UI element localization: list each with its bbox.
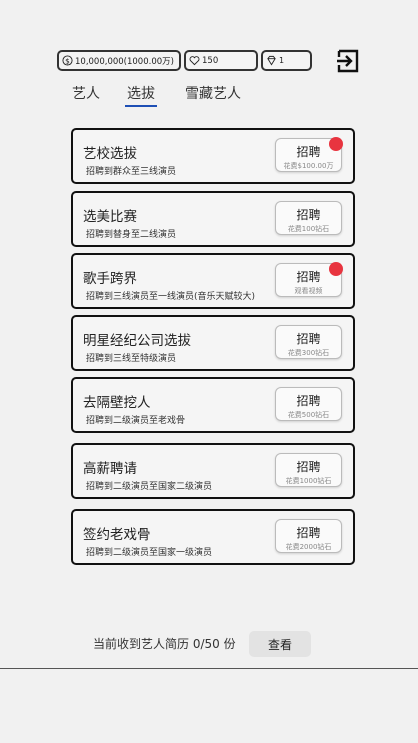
resume-count-text: 当前收到艺人简历 0/50 份	[93, 637, 236, 651]
card-description: 招聘到二级演员至老戏骨	[86, 416, 186, 426]
heart-icon	[189, 56, 200, 66]
recruit-card-school[interactable]: 艺校选拔 招聘到群众至三线演员 招聘 花费$100.00万	[71, 128, 355, 184]
dollar-coin-icon: $	[62, 55, 73, 66]
hire-button[interactable]: 招聘 花费1000钻石	[275, 453, 342, 487]
recruit-card-agency[interactable]: 明星经纪公司选拔 招聘到三线至特级演员 招聘 花费300钻石	[71, 315, 355, 371]
card-description: 招聘到群众至三线演员	[86, 167, 177, 177]
money-display: $ 10,000,000(1000.00万)	[57, 50, 181, 71]
money-value: 10,000,000(1000.00万)	[75, 56, 174, 67]
hire-label: 招聘	[296, 526, 321, 540]
card-title: 去隔壁挖人	[83, 395, 151, 411]
recruit-card-singer[interactable]: 歌手跨界 招聘到三线演员至一线演员(音乐天赋较大) 招聘 观看视频	[71, 253, 355, 309]
tab-bar: 艺人 选拔 雪藏艺人	[0, 83, 418, 107]
hire-button[interactable]: 招聘 花费100钻石	[275, 201, 342, 235]
card-description: 招聘到二级演员至国家二级演员	[86, 482, 213, 492]
recruit-card-poach[interactable]: 去隔壁挖人 招聘到二级演员至老戏骨 招聘 花费500钻石	[71, 377, 355, 433]
notification-dot	[329, 262, 343, 276]
hire-button[interactable]: 招聘 花费500钻石	[275, 387, 342, 421]
diamond-display: 1	[261, 50, 312, 71]
heart-display: 150	[184, 50, 258, 71]
hire-cost: 观看视频	[294, 287, 323, 295]
tab-shelved-artists[interactable]: 雪藏艺人	[185, 83, 241, 105]
card-description: 招聘到三线演员至一线演员(音乐天赋较大)	[86, 292, 256, 302]
tab-artists[interactable]: 艺人	[72, 83, 100, 105]
hire-label: 招聘	[296, 460, 321, 474]
svg-text:$: $	[65, 56, 70, 65]
card-description: 招聘到二级演员至国家一级演员	[86, 548, 213, 558]
card-title: 高薪聘请	[83, 461, 137, 477]
card-title: 明星经纪公司选拔	[83, 333, 191, 349]
card-title: 艺校选拔	[83, 146, 137, 162]
notification-dot	[329, 137, 343, 151]
tab-selection[interactable]: 选拔	[125, 83, 157, 107]
hire-cost: 花费100钻石	[287, 225, 330, 233]
exit-icon[interactable]	[336, 49, 360, 73]
card-title: 选美比赛	[83, 209, 137, 225]
view-resumes-button[interactable]: 查看	[249, 631, 311, 657]
recruit-card-high-salary[interactable]: 高薪聘请 招聘到二级演员至国家二级演员 招聘 花费1000钻石	[71, 443, 355, 499]
diamond-value: 1	[279, 56, 285, 65]
bottom-divider	[0, 668, 418, 669]
card-title: 歌手跨界	[83, 271, 137, 287]
hire-label: 招聘	[296, 208, 321, 222]
hire-button[interactable]: 招聘 花费2000钻石	[275, 519, 342, 553]
recruit-card-veteran[interactable]: 签约老戏骨 招聘到二级演员至国家一级演员 招聘 花费2000钻石	[71, 509, 355, 565]
card-title: 签约老戏骨	[83, 527, 151, 543]
hire-button[interactable]: 招聘 花费300钻石	[275, 325, 342, 359]
recruit-card-pageant[interactable]: 选美比赛 招聘到替身至二线演员 招聘 花费100钻石	[71, 191, 355, 247]
card-description: 招聘到替身至二线演员	[86, 230, 177, 240]
card-description: 招聘到三线至特级演员	[86, 354, 177, 364]
hire-cost: 花费$100.00万	[283, 162, 334, 170]
diamond-icon	[267, 55, 276, 66]
hire-cost: 花费300钻石	[287, 349, 330, 357]
hire-label: 招聘	[296, 332, 321, 346]
hire-cost: 花费1000钻石	[285, 477, 332, 485]
hire-cost: 花费500钻石	[287, 411, 330, 419]
hire-cost: 花费2000钻石	[285, 543, 332, 551]
heart-value: 150	[202, 55, 219, 66]
hire-label: 招聘	[296, 394, 321, 408]
